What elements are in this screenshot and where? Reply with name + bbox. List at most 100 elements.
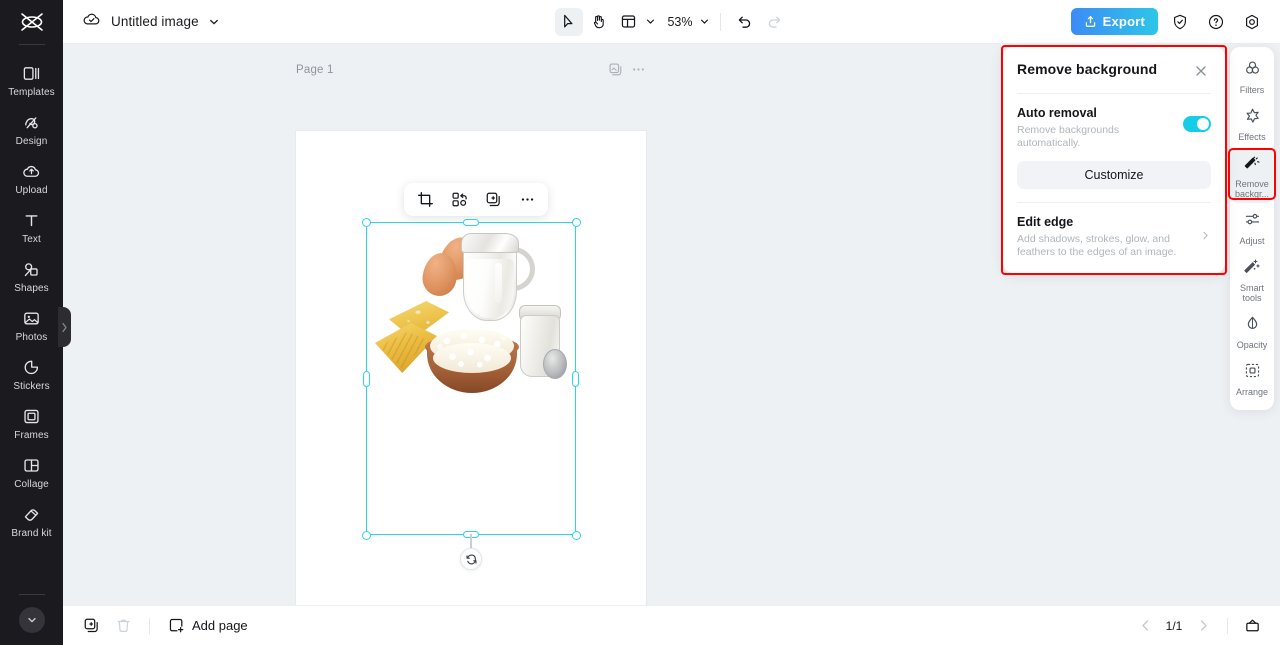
document-title[interactable]: Untitled image [111,14,199,29]
undo-button[interactable] [731,8,759,36]
hand-tool-button[interactable] [584,8,612,36]
duplicate-object-button[interactable] [480,187,506,213]
page-header-actions [608,62,646,77]
sidebar-item-collage[interactable]: Collage [0,447,63,496]
sidebar-divider [18,44,45,45]
crop-button[interactable] [412,187,438,213]
cutout-icon [451,192,467,207]
sidebar-item-stickers[interactable]: Stickers [0,349,63,398]
frames-icon [22,406,42,426]
remove-background-button[interactable] [446,187,472,213]
rotate-icon [465,554,477,564]
page-grid-icon [1245,619,1259,632]
crop-icon [417,192,433,207]
tool-label: Arrange [1235,387,1269,397]
previous-page-button[interactable] [1131,612,1159,640]
close-icon [1196,66,1206,76]
redo-button[interactable] [761,8,789,36]
app-logo[interactable] [0,0,63,44]
duplicate-page-icon [84,618,98,633]
page-indicator: 1/1 [1165,618,1183,633]
tool-label: Filters [1239,85,1265,95]
export-button[interactable]: Export [1070,8,1158,35]
tool-smart-tools[interactable]: Smart tools [1231,252,1273,307]
bottombar-divider-2 [1227,617,1228,634]
hand-icon [593,15,604,29]
tool-arrange[interactable]: Arrange [1231,356,1273,401]
tool-remove-background[interactable]: Remove backgr... [1231,148,1273,203]
zoom-dropdown-button[interactable] [699,16,710,27]
redo-icon [768,16,781,28]
settings-button[interactable] [1238,8,1266,36]
layout-dropdown-button[interactable] [644,16,661,27]
object-more-button[interactable] [514,187,540,213]
chevron-left-icon [62,322,67,332]
sidebar-item-frames[interactable]: Frames [0,398,63,447]
duplicate-icon [486,192,500,207]
sidebar-item-text[interactable]: Text [0,202,63,251]
edit-edge-chevron [1194,228,1211,246]
zoom-level-value[interactable]: 53% [663,15,696,29]
layout-tool-button[interactable] [614,8,642,36]
add-page-label: Add page [192,618,248,633]
add-page-button[interactable]: Add page [162,613,254,638]
next-page-button[interactable] [1189,612,1217,640]
chevron-down-icon [700,19,708,24]
edit-edge-description: Add shadows, strokes, glow, and feathers… [1017,233,1177,258]
auto-removal-toggle[interactable] [1183,116,1211,132]
arrange-icon [1244,362,1261,384]
right-tool-rail: Filters Effects Remove backgr... Adjust [1230,47,1274,410]
delete-page-button[interactable] [109,612,137,640]
grid-view-button[interactable] [1238,612,1266,640]
shield-button[interactable] [1166,8,1194,36]
collage-icon [22,455,42,475]
sidebar-item-upload[interactable]: Upload [0,153,63,202]
milk-jug-neck [461,233,519,253]
sidebar-expand-button[interactable] [18,607,45,633]
tool-filters[interactable]: Filters [1231,54,1273,99]
top-toolbar: Untitled image 53% Export [63,0,1280,44]
tool-adjust[interactable]: Adjust [1231,205,1273,250]
sidebar-item-templates[interactable]: Templates [0,55,63,104]
toggle-knob [1197,118,1209,130]
resize-handle-bottom-right[interactable] [571,530,581,540]
auto-removal-title: Auto removal [1017,106,1097,120]
resize-handle-right[interactable] [572,370,579,387]
duplicate-page-bottom-button[interactable] [77,612,105,640]
edit-edge-section[interactable]: Edit edge Add shadows, strokes, glow, an… [1003,203,1225,273]
resize-handle-left[interactable] [363,370,370,387]
tool-opacity[interactable]: Opacity [1231,309,1273,354]
dairy-products-image[interactable] [367,223,577,423]
duplicate-page-button[interactable] [608,62,623,77]
topbar-right-group: Export [1070,8,1280,36]
tool-effects[interactable]: Effects [1231,101,1273,146]
resize-handle-top[interactable] [463,219,479,226]
resize-handle-bottom-left[interactable] [361,530,371,540]
more-horizontal-icon [633,68,644,71]
resize-handle-top-right[interactable] [571,217,581,227]
sidebar-item-photos[interactable]: Photos [0,300,63,349]
capcut-logo-icon [20,13,43,31]
customize-button[interactable]: Customize [1017,161,1211,189]
sidebar-item-design[interactable]: Design [0,104,63,153]
duplicate-page-icon [609,63,622,76]
sidebar-item-label: Frames [14,430,49,441]
tool-label: Adjust [1239,236,1265,246]
sidebar-collapse-handle[interactable] [58,307,71,347]
panel-close-button[interactable] [1191,61,1211,81]
layout-panel-icon [621,15,636,28]
page-more-button[interactable] [631,62,646,77]
title-dropdown-button[interactable] [208,16,220,28]
resize-handle-top-left[interactable] [361,217,371,227]
auto-removal-description: Remove backgrounds automatically. [1017,124,1120,149]
rotate-handle[interactable] [460,548,482,570]
sidebar-item-shapes[interactable]: Shapes [0,251,63,300]
templates-icon [22,63,42,83]
sidebar-item-brand-kit[interactable]: Brand kit [0,496,63,545]
cursor-arrow-icon [564,14,573,28]
select-tool-button[interactable] [554,7,583,36]
tool-label: Opacity [1236,340,1268,350]
cloud-saved-icon [81,9,102,35]
selected-object-frame[interactable] [361,217,581,570]
help-button[interactable] [1202,8,1230,36]
